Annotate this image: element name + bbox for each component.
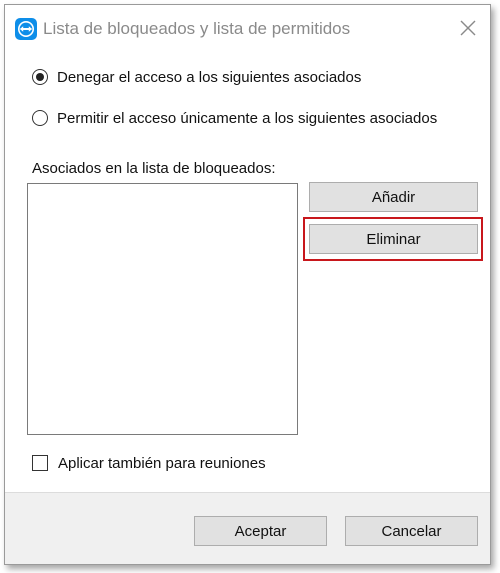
cancel-button[interactable]: Cancelar [345, 516, 478, 546]
ok-button[interactable]: Aceptar [194, 516, 327, 546]
meetings-checkbox[interactable] [32, 455, 48, 471]
close-icon[interactable] [458, 18, 478, 38]
allow-access-option[interactable]: Permitir el acceso únicamente a los sigu… [32, 107, 437, 129]
allow-access-label: Permitir el acceso únicamente a los sigu… [57, 109, 438, 127]
meetings-option[interactable]: Aplicar también para reuniones [32, 453, 266, 473]
deny-access-option[interactable]: Denegar el acceso a los siguientes asoci… [32, 66, 361, 88]
meetings-label: Aplicar también para reuniones [58, 454, 266, 472]
title-bar: Lista de bloqueados y lista de permitido… [5, 5, 490, 51]
dialog-footer: Aceptar Cancelar [5, 492, 490, 564]
blocked-partners-list[interactable] [27, 183, 298, 435]
teamviewer-icon [15, 18, 37, 40]
blocklist-dialog: Lista de bloqueados y lista de permitido… [4, 4, 491, 565]
blocklist-label: Asociados en la lista de bloqueados: [32, 160, 276, 177]
remove-button[interactable]: Eliminar [309, 224, 478, 254]
allow-access-radio[interactable] [32, 110, 48, 126]
deny-access-radio[interactable] [32, 69, 48, 85]
deny-access-label: Denegar el acceso a los siguientes asoci… [57, 68, 362, 86]
add-button[interactable]: Añadir [309, 182, 478, 212]
window-title: Lista de bloqueados y lista de permitido… [43, 19, 351, 38]
